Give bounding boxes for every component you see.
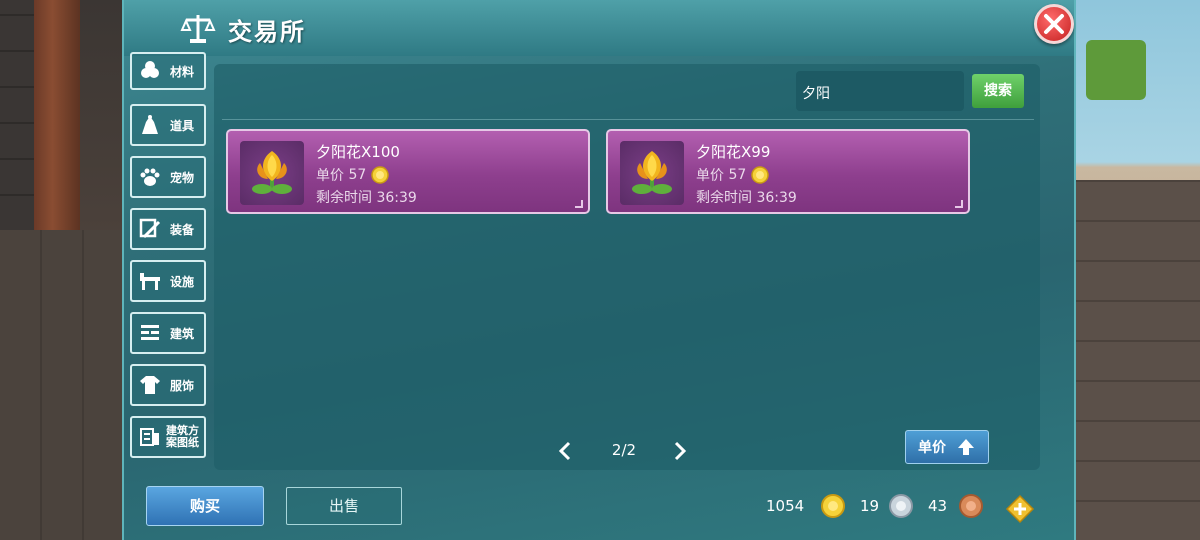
- sidebar-item-label: 材料: [170, 64, 195, 79]
- buy-tab-button[interactable]: 购买: [146, 486, 264, 526]
- wooden-beam: [34, 0, 80, 230]
- sidebar-item-pets[interactable]: 宠物: [130, 156, 206, 198]
- silver-amount: 19: [860, 497, 880, 515]
- game-world-left: [0, 0, 122, 540]
- gold-amount: 1054: [766, 497, 805, 515]
- bricks-icon: [141, 325, 159, 340]
- close-icon: [1044, 14, 1064, 34]
- bronze-coin-icon: [959, 494, 983, 518]
- time-value: 36:39: [376, 190, 417, 206]
- materials-icon: [141, 61, 159, 78]
- props-icon: [142, 115, 158, 134]
- sidebar-item-clothing[interactable]: 服饰: [130, 364, 206, 406]
- search-input[interactable]: 夕阳: [796, 71, 964, 111]
- sell-tab-button[interactable]: 出售: [286, 487, 402, 525]
- game-world-right: [1076, 0, 1200, 540]
- item-time-remaining: 剩余时间 36:39: [696, 187, 797, 207]
- paw-icon: [140, 168, 160, 186]
- price-label: 单价: [316, 168, 344, 184]
- card-corner-icon: [575, 200, 583, 208]
- item-price: 单价 57: [696, 165, 770, 185]
- page-indicator: 2/2: [611, 441, 637, 459]
- card-corner-icon: [955, 200, 963, 208]
- price-label: 单价: [696, 168, 724, 184]
- sidebar-item-equipment[interactable]: 装备: [130, 208, 206, 250]
- sort-arrow-icon: [958, 439, 974, 455]
- price-value: 57: [348, 167, 367, 183]
- ground-tiles: [0, 230, 122, 540]
- gold-coin-icon: [371, 166, 390, 184]
- sunset-flower-icon: [632, 151, 672, 194]
- bronze-amount: 43: [928, 497, 948, 515]
- sort-label: 单价: [918, 440, 946, 456]
- search-button[interactable]: 搜索: [972, 74, 1024, 108]
- next-page-button[interactable]: [672, 440, 688, 462]
- page-title: 交易所: [228, 18, 306, 46]
- panel-header: 交易所: [124, 0, 1074, 56]
- sidebar-item-label: 建筑: [170, 326, 195, 341]
- listing-area: [214, 64, 1040, 470]
- add-currency-button[interactable]: [1005, 494, 1035, 524]
- sunset-flower-icon: [252, 151, 292, 194]
- item-name: 夕阳花X99: [696, 143, 771, 161]
- sidebar-item-blueprints[interactable]: 建筑方案图纸: [130, 416, 206, 458]
- sidebar-item-props[interactable]: 道具: [130, 104, 206, 146]
- blueprint-icon: [140, 428, 159, 446]
- sidebar-item-facilities[interactable]: 设施: [130, 260, 206, 302]
- sword-shield-icon: [139, 218, 161, 239]
- sidebar-item-label: 道具: [170, 118, 195, 133]
- shirt-icon: [140, 376, 160, 394]
- scale-icon: [180, 15, 216, 43]
- gold-coin-icon: [821, 494, 845, 518]
- sidebar-item-label: 建筑方案图纸: [166, 424, 199, 449]
- close-button[interactable]: [1034, 4, 1074, 44]
- price-value: 57: [728, 167, 747, 183]
- sidebar-item-buildings[interactable]: 建筑: [130, 312, 206, 354]
- facility-icon: [140, 273, 160, 290]
- sort-by-price-button[interactable]: 单价: [905, 430, 989, 464]
- divider: [222, 119, 1034, 120]
- stone-wall-right: [1076, 180, 1200, 540]
- tree-foliage: [1086, 40, 1146, 100]
- silver-coin-icon: [889, 494, 913, 518]
- sidebar-item-label: 服饰: [170, 378, 195, 393]
- item-thumbnail: [240, 141, 304, 205]
- item-time-remaining: 剩余时间 36:39: [316, 187, 417, 207]
- sidebar-item-label: 宠物: [170, 170, 195, 185]
- sidebar-item-label: 设施: [170, 274, 195, 289]
- time-label: 剩余时间: [696, 190, 752, 206]
- sidebar-item-materials[interactable]: 材料: [130, 52, 206, 90]
- time-label: 剩余时间: [316, 190, 372, 206]
- item-name: 夕阳花X100: [316, 143, 400, 161]
- sidebar-item-label: 装备: [170, 222, 195, 237]
- gold-coin-icon: [751, 166, 770, 184]
- listing-card[interactable]: 夕阳花X100 单价 57 剩余时间 36:39: [226, 129, 590, 214]
- time-value: 36:39: [756, 190, 797, 206]
- listing-card[interactable]: 夕阳花X99 单价 57 剩余时间 36:39: [606, 129, 970, 214]
- item-price: 单价 57: [316, 165, 390, 185]
- item-thumbnail: [620, 141, 684, 205]
- previous-page-button[interactable]: [557, 440, 573, 462]
- category-sidebar: 材料 道具 宠物 装备 设施 建筑 服饰 建筑方案图纸: [130, 52, 206, 466]
